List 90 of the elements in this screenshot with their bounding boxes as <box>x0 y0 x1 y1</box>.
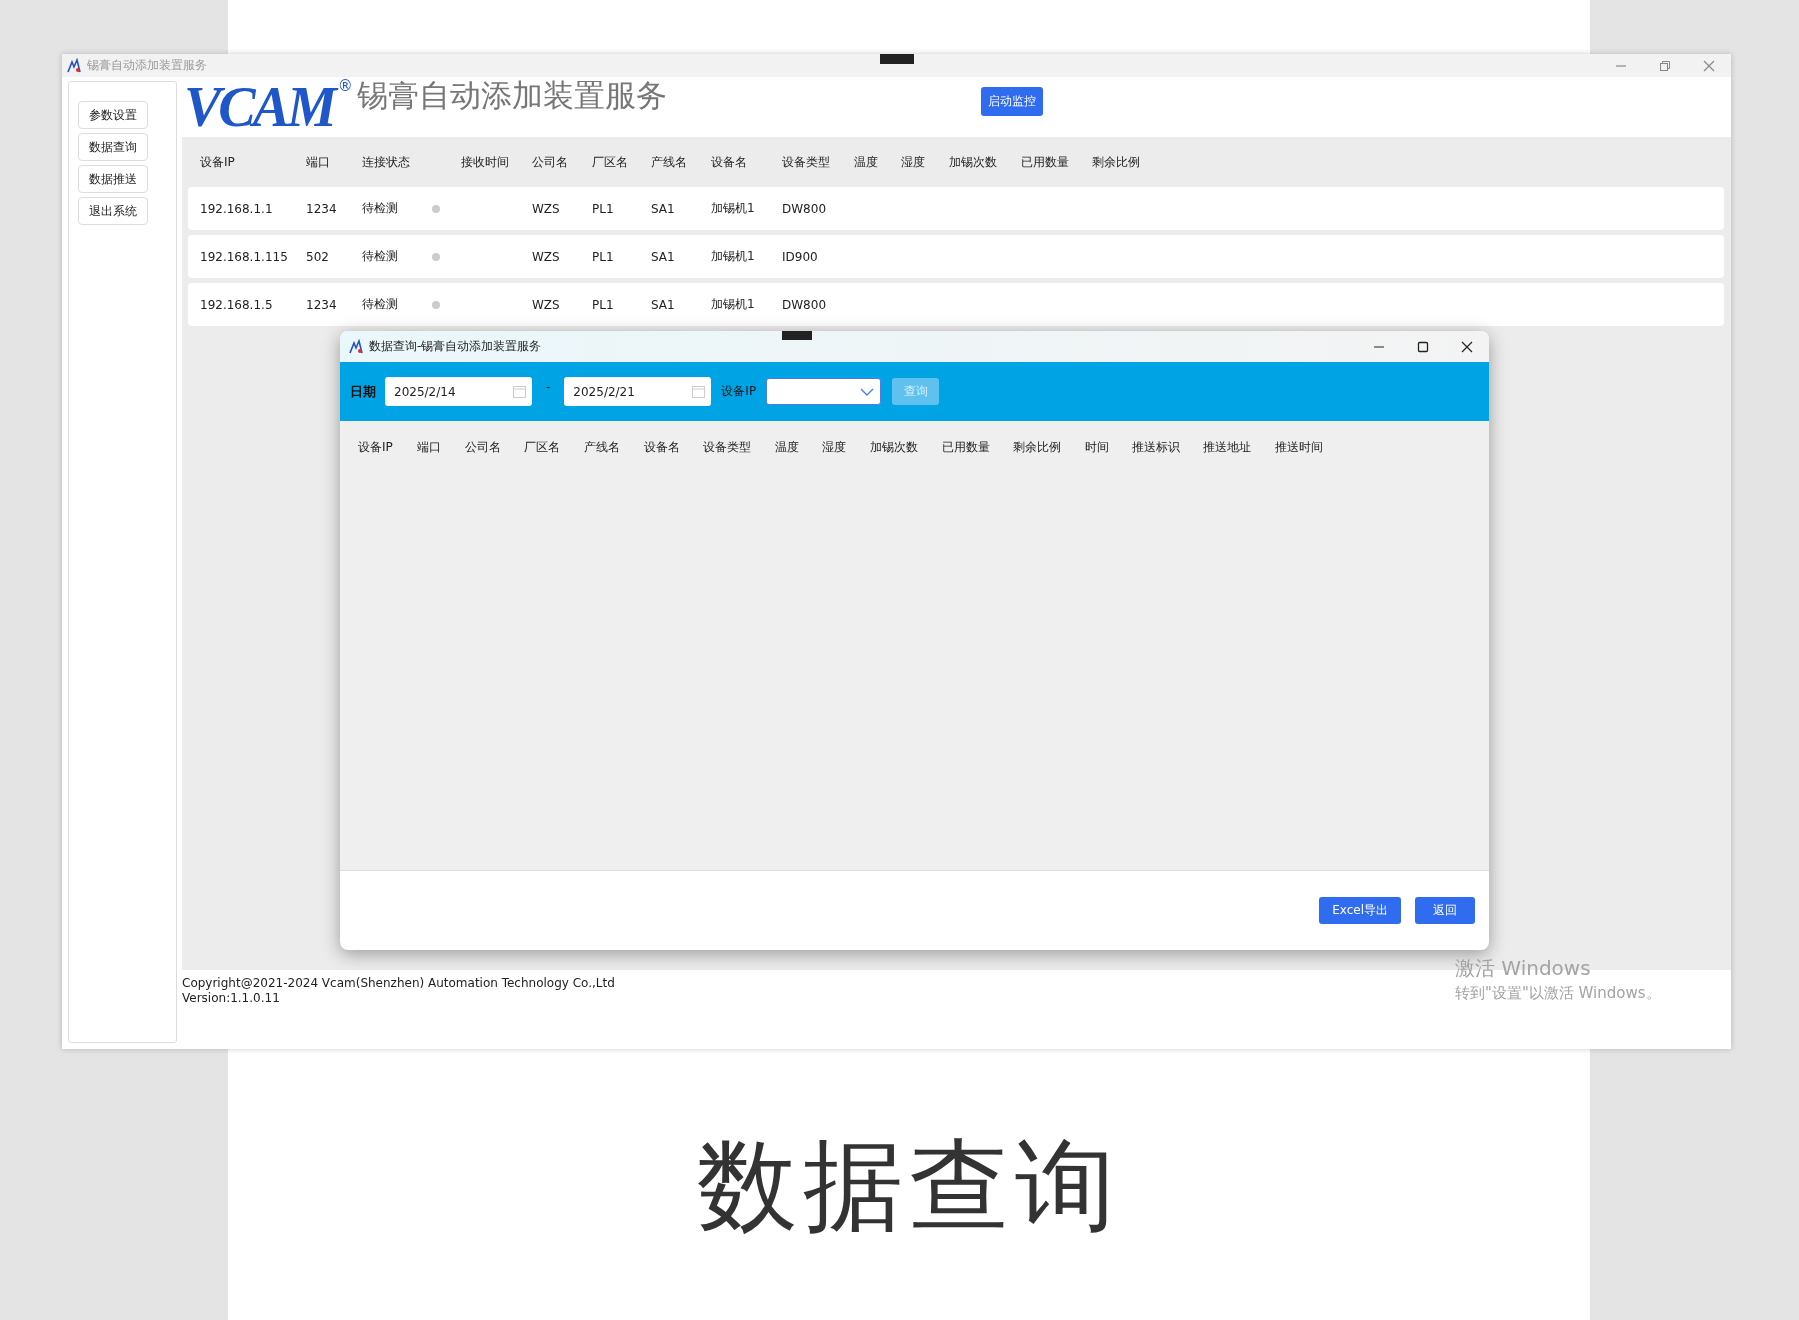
column-header: 设备类型 <box>782 153 831 171</box>
table-cell-text: 加锡机1 <box>711 296 756 313</box>
table-cell-text: DW800 <box>782 297 827 312</box>
table-cell-text: ID900 <box>782 249 819 264</box>
table-cell-text: 加锡机1 <box>711 200 756 217</box>
window-title: 锡膏自动添加装置服务 <box>87 57 207 74</box>
logo: VCAM® <box>184 77 353 137</box>
table-cell-text: 502 <box>306 249 330 264</box>
drag-handle[interactable] <box>880 54 914 64</box>
table-row[interactable]: 192.168.1.5 1234 待检测 WZS PL1 SA1 加锡机1 DW800 <box>188 283 1724 326</box>
close-icon <box>1461 340 1473 353</box>
app-icon <box>66 57 82 74</box>
status-text: 待检测 <box>362 296 399 313</box>
table-cell-text: 192.168.1.1 <box>200 201 274 216</box>
excel-export-button[interactable]: Excel导出 <box>1319 897 1401 924</box>
menu-button[interactable]: 数据推送 <box>78 165 148 193</box>
table-cell-text: WZS <box>532 201 561 216</box>
column-header: 湿度 <box>901 153 926 171</box>
app-icon <box>348 338 364 355</box>
column-header: 设备名 <box>711 153 748 171</box>
column-header: 产线名 <box>651 153 688 171</box>
column-header: 公司名 <box>465 439 502 456</box>
table-cell-text: 192.168.1.115 <box>200 249 289 264</box>
drag-handle[interactable] <box>782 331 812 340</box>
device-ip-label: 设备IP <box>721 383 757 400</box>
table-cell-text: SA1 <box>651 249 676 264</box>
column-header: 设备IP <box>200 153 236 171</box>
menu-button[interactable]: 数据查询 <box>78 133 148 161</box>
table-cell-text: 192.168.1.5 <box>200 297 274 312</box>
table-cell-text: WZS <box>532 297 561 312</box>
table-cell-text: PL1 <box>592 249 615 264</box>
table-cell-text: 1234 <box>306 297 338 312</box>
table-cell-text: WZS <box>532 249 561 264</box>
start-monitor-button[interactable]: 启动监控 <box>980 86 1043 116</box>
table-row[interactable]: 192.168.1.115 502 待检测 WZS PL1 SA1 加锡机1 ID900 <box>188 235 1724 278</box>
app-title: 锡膏自动添加装置服务 <box>356 76 667 115</box>
status-text: 待检测 <box>362 200 399 217</box>
close-icon <box>1703 59 1715 72</box>
column-header: 公司名 <box>532 153 569 171</box>
column-header: 温度 <box>854 153 879 171</box>
column-header: 推送地址 <box>1203 439 1252 456</box>
column-header: 湿度 <box>822 439 847 456</box>
column-header: 端口 <box>417 439 442 456</box>
column-header: 设备类型 <box>703 439 752 456</box>
status-text: 待检测 <box>362 248 399 265</box>
page-caption: 数据查询 <box>697 1126 1121 1246</box>
calendar-icon[interactable] <box>692 385 706 398</box>
end-date-field[interactable]: 2025/2/21 <box>564 377 712 406</box>
chevron-down-icon <box>860 387 875 396</box>
copyright-text: Copyright@2021-2024 Vcam(Shenzhen) Automation Technology Co.,Ltd <box>182 976 615 991</box>
table-cell-text: 加锡机1 <box>711 248 756 265</box>
date-label: 日期 <box>350 382 376 401</box>
column-header: 时间 <box>1085 439 1110 456</box>
column-header: 已用数量 <box>1021 153 1070 171</box>
column-header: 设备IP <box>358 439 394 456</box>
version-text: Version:1.1.0.11 <box>182 991 280 1006</box>
column-header: 已用数量 <box>942 439 991 456</box>
menu-button[interactable]: 退出系统 <box>78 197 148 225</box>
column-header: 推送标识 <box>1132 439 1181 456</box>
date-separator: - <box>546 380 551 394</box>
back-button[interactable]: 返回 <box>1415 897 1475 924</box>
menu-button[interactable]: 参数设置 <box>78 101 148 129</box>
table-row[interactable]: 192.168.1.1 1234 待检测 WZS PL1 SA1 加锡机1 DW800 <box>188 187 1724 230</box>
activation-hint: 转到"设置"以激活 Windows。 <box>1455 984 1661 1003</box>
start-date-field[interactable]: 2025/2/14 <box>385 377 532 406</box>
activation-title: 激活 Windows <box>1455 955 1592 982</box>
column-header: 推送时间 <box>1275 439 1324 456</box>
table-cell-text: SA1 <box>651 297 676 312</box>
table-cell-text: PL1 <box>592 297 615 312</box>
column-header: 加锡次数 <box>949 153 998 171</box>
column-header: 加锡次数 <box>870 439 919 456</box>
table-cell-text: 1234 <box>306 201 338 216</box>
table-cell-text: DW800 <box>782 201 827 216</box>
column-header: 端口 <box>306 153 331 171</box>
column-header: 设备名 <box>644 439 681 456</box>
column-header: 温度 <box>775 439 800 456</box>
column-header: 剩余比例 <box>1092 153 1141 171</box>
maximize-icon <box>1417 340 1429 353</box>
column-header: 剩余比例 <box>1013 439 1062 456</box>
dialog-title: 数据查询-锡膏自动添加装置服务 <box>369 338 543 355</box>
column-header: 厂区名 <box>524 439 561 456</box>
column-header: 厂区名 <box>592 153 629 171</box>
restore-icon <box>1659 59 1671 72</box>
column-header: 产线名 <box>584 439 621 456</box>
calendar-icon[interactable] <box>513 385 526 398</box>
device-ip-dropdown[interactable] <box>766 378 882 405</box>
column-header: 接收时间 <box>461 153 510 171</box>
column-header: 连接状态 <box>362 153 411 171</box>
table-cell-text: PL1 <box>592 201 615 216</box>
table-cell-text: SA1 <box>651 201 676 216</box>
